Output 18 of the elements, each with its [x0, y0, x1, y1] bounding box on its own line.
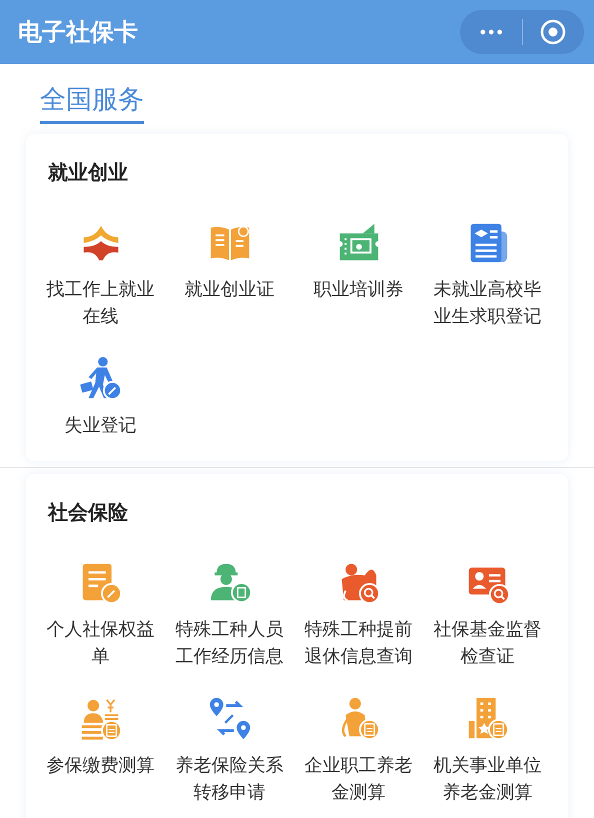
service-link[interactable]: 失业登记 [46, 412, 154, 439]
service-link[interactable]: 找工作上就业在线 [46, 276, 154, 330]
service-link[interactable]: 个人社保权益单 [46, 616, 154, 670]
service-link[interactable]: 特殊工种提前退休信息查询 [304, 616, 412, 670]
service-link[interactable]: 社保基金监督检查证 [434, 616, 542, 670]
service-link[interactable]: 参保缴费测算 [46, 752, 154, 779]
service-link[interactable]: 机关事业单位养老金测算 [434, 752, 542, 806]
service-link[interactable]: 职业培训券 [304, 276, 412, 303]
section-title: 就业创业 [48, 159, 129, 186]
service-link[interactable]: 养老保险关系转移申请 [176, 752, 284, 806]
more-button[interactable]: ••• [460, 22, 522, 42]
section-title: 社会保险 [48, 499, 129, 526]
service-link[interactable]: 特殊工种人员工作经历信息 [176, 616, 284, 670]
service-link[interactable]: 就业创业证 [176, 276, 284, 303]
tab[interactable]: 全国服务 [40, 82, 144, 124]
window-title: 电子社保卡 [18, 17, 138, 48]
service-link[interactable]: 未就业高校毕业生求职登记 [434, 276, 542, 330]
service-link[interactable]: 企业职工养老金测算 [304, 752, 412, 806]
